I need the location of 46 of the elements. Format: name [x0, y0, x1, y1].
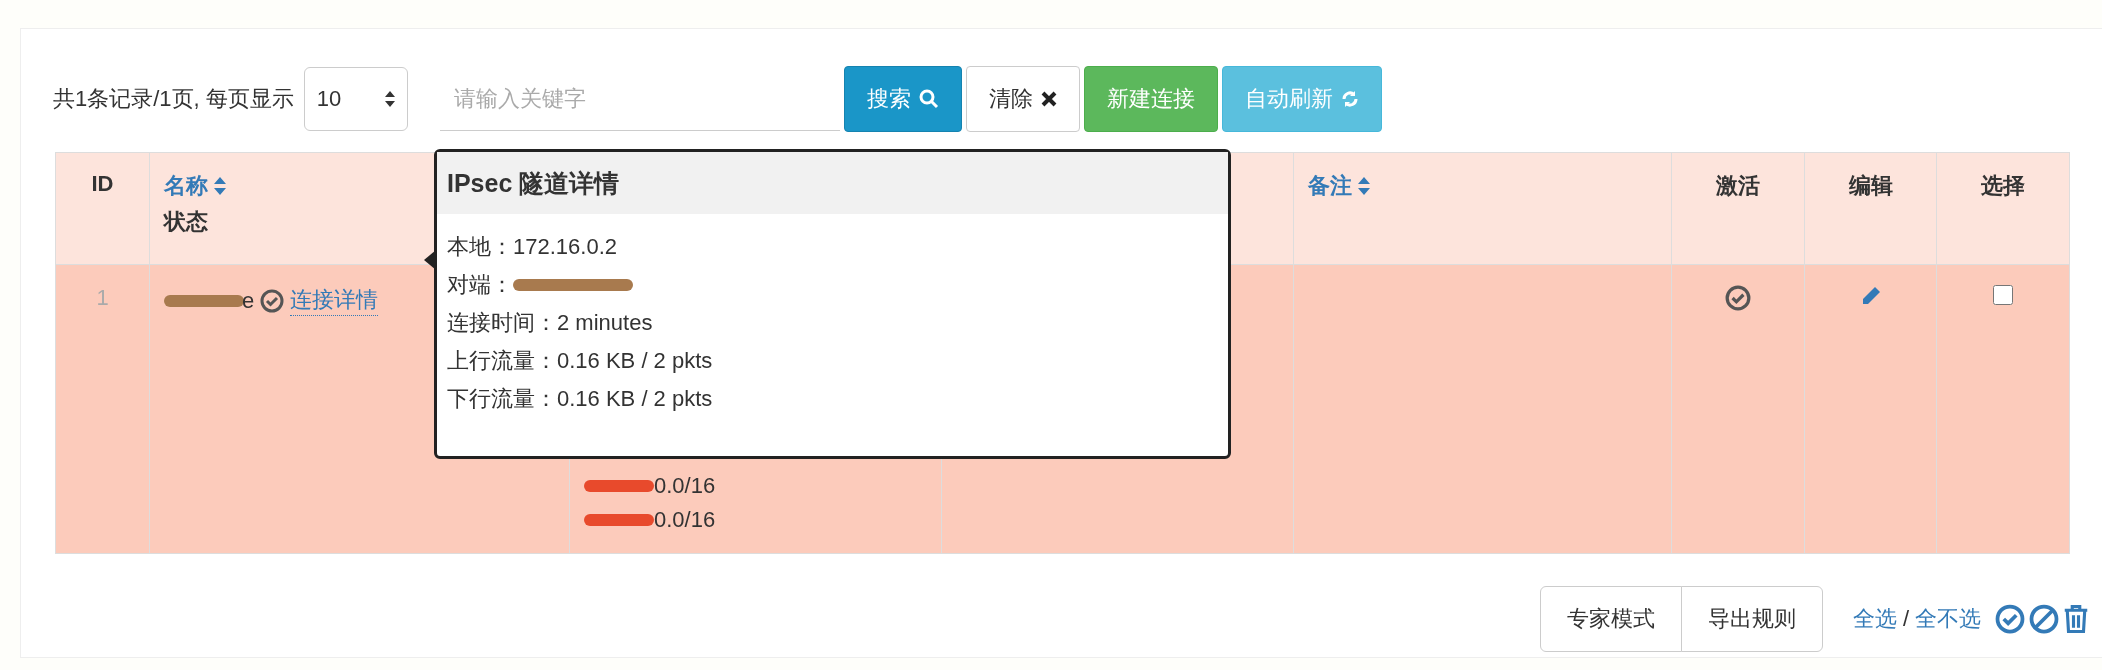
column-header[interactable]: 备注 [1308, 171, 1370, 201]
search-icon [918, 89, 939, 109]
column-header: 激活 [1716, 172, 1760, 200]
detail-label: 上行流量： [447, 347, 557, 375]
sort-icon [1358, 177, 1370, 195]
detail-label: 本地： [447, 233, 513, 261]
check-circle-icon [1995, 604, 2025, 634]
ban-icon[interactable] [2029, 604, 2059, 634]
select-all-link[interactable]: 全选 [1852, 604, 1897, 634]
connection-detail-link[interactable]: 连接详情 [290, 285, 379, 316]
column-header: ID [91, 171, 114, 197]
column-subheader: 状态 [164, 208, 209, 236]
detail-label: 连接时间： [447, 309, 557, 337]
detail-value: 172.16.0.2 [513, 233, 617, 261]
column-header: 选择 [1981, 172, 2025, 200]
spinner-icon [384, 89, 395, 109]
row-checkbox[interactable] [1993, 285, 2013, 305]
detail-value: 0.16 KB / 2 pkts [557, 347, 713, 375]
sort-icon [214, 177, 226, 195]
link-separator: / [1902, 606, 1909, 632]
close-icon [1040, 91, 1057, 107]
search-button[interactable]: 搜索 [843, 66, 962, 132]
name-text: e [242, 287, 255, 314]
detail-value: 2 minutes [557, 309, 653, 337]
footer-button[interactable]: 专家模式 [1539, 586, 1682, 652]
id-text: 1 [96, 285, 109, 310]
column-header: 编辑 [1848, 172, 1893, 200]
record-summary: 共1条记录/1页, 每页显示 [53, 85, 294, 113]
column-header[interactable]: 名称 [164, 171, 226, 201]
subnet-text: 0.0/16 [654, 473, 716, 499]
trash-icon[interactable] [2063, 604, 2089, 634]
subnet-text: 0.0/16 [654, 507, 716, 533]
detail-value: 0.16 KB / 2 pkts [557, 385, 713, 413]
check-circle-icon [1725, 285, 1751, 311]
select-none-link[interactable]: 全不选 [1915, 604, 1981, 634]
popover-title: IPsec 隧道详情 [447, 167, 620, 199]
check-circle-icon [260, 288, 285, 313]
redaction-mark [584, 478, 654, 494]
page-size-select[interactable]: 10 [303, 67, 408, 131]
redaction-mark [584, 512, 654, 528]
detail-label: 下行流量： [447, 385, 557, 413]
clear-button[interactable]: 清除 [965, 66, 1080, 132]
refresh-icon [1340, 89, 1359, 109]
footer-button[interactable]: 导出规则 [1680, 586, 1823, 652]
detail-label: 对端： [447, 271, 513, 299]
create-button[interactable]: 新建连接 [1083, 66, 1218, 132]
